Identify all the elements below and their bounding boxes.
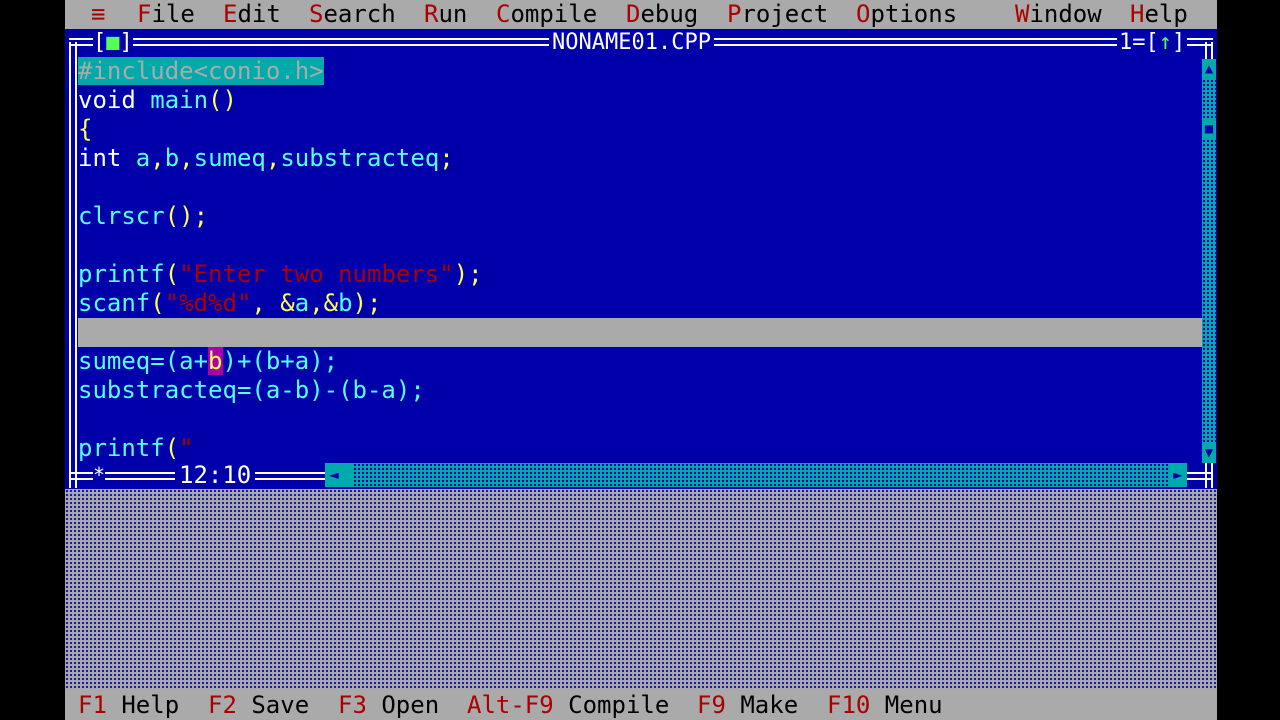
code-line-12[interactable]: substracteq=(a-b)-(b-a);	[78, 376, 425, 405]
zoom-box-icon[interactable]: 1=[↑]	[1117, 30, 1188, 56]
horizontal-scrollbar[interactable]: ◄ ►	[325, 463, 1187, 487]
hotkey-alt-f9-compile[interactable]: Alt-F9 Compile	[467, 690, 669, 720]
vertical-scroll-thumb[interactable]: ■	[1202, 119, 1216, 139]
close-box-icon[interactable]: [■]	[93, 30, 133, 56]
menu-window[interactable]: Window	[1015, 0, 1102, 29]
code-line-8[interactable]: printf("Enter two numbers");	[78, 260, 483, 289]
menu-edit[interactable]: Edit	[223, 0, 281, 29]
editor-window[interactable]: [■] NONAME01.CPP 1=[↑] #include<conio.h>…	[65, 29, 1217, 489]
code-line-3[interactable]: {	[78, 115, 92, 144]
menu-options[interactable]: Options	[856, 0, 957, 29]
modified-indicator: *	[93, 461, 106, 489]
hotkey-f9-make[interactable]: F9 Make	[697, 690, 798, 720]
scroll-left-icon[interactable]: ◄	[325, 463, 343, 487]
code-line-9[interactable]: scanf("%d%d", &a,&b);	[78, 289, 381, 318]
hotkey-f10-menu[interactable]: F10 Menu	[827, 690, 943, 720]
window-frame-left[interactable]	[69, 42, 77, 488]
system-menu-icon[interactable]: ≡	[91, 0, 105, 29]
menu-compile[interactable]: Compile	[496, 0, 597, 29]
menu-debug[interactable]: Debug	[626, 0, 698, 29]
menu-file[interactable]: File	[137, 0, 195, 29]
scroll-down-icon[interactable]: ▼	[1202, 443, 1216, 463]
status-bar: F1 Help F2 Save F3 Open Alt-F9 Compile F…	[65, 689, 1217, 720]
code-line-6[interactable]: clrscr();	[78, 202, 208, 231]
turbo-cpp-ide: ≡ File Edit Search Run Compile Debug Pro…	[65, 0, 1217, 720]
current-line-highlight	[78, 318, 1202, 347]
menu-bar: ≡ File Edit Search Run Compile Debug Pro…	[65, 0, 1217, 29]
menu-run[interactable]: Run	[424, 0, 467, 29]
menu-project[interactable]: Project	[727, 0, 828, 29]
code-line-1[interactable]: #include<conio.h>	[78, 57, 324, 86]
vertical-scrollbar[interactable]: ▲ ■ ▼	[1202, 59, 1216, 463]
window-title: NONAME01.CPP	[549, 30, 714, 56]
hotkey-f3-open[interactable]: F3 Open	[338, 690, 439, 720]
scroll-up-icon[interactable]: ▲	[1202, 59, 1216, 79]
text-cursor: b	[208, 347, 223, 375]
menu-search[interactable]: Search	[309, 0, 396, 29]
hotkey-f2-save[interactable]: F2 Save	[208, 690, 309, 720]
horizontal-scroll-thumb[interactable]	[343, 463, 353, 487]
code-line-14[interactable]: printf("	[78, 434, 194, 463]
menu-help[interactable]: Help	[1130, 0, 1188, 29]
code-editor[interactable]: #include<conio.h> void main() { int a,b,…	[78, 57, 1202, 463]
hotkey-f1-help[interactable]: F1 Help	[78, 690, 179, 720]
scroll-right-icon[interactable]: ►	[1169, 463, 1187, 487]
cursor-position: 12:10	[175, 461, 256, 489]
code-line-2[interactable]: void main()	[78, 86, 237, 115]
code-line-4[interactable]: int a,b,sumeq,substracteq;	[78, 144, 454, 173]
window-number: 1=	[1119, 30, 1146, 55]
code-line-11[interactable]: sumeq=(a+b)+(b+a);	[78, 347, 338, 376]
